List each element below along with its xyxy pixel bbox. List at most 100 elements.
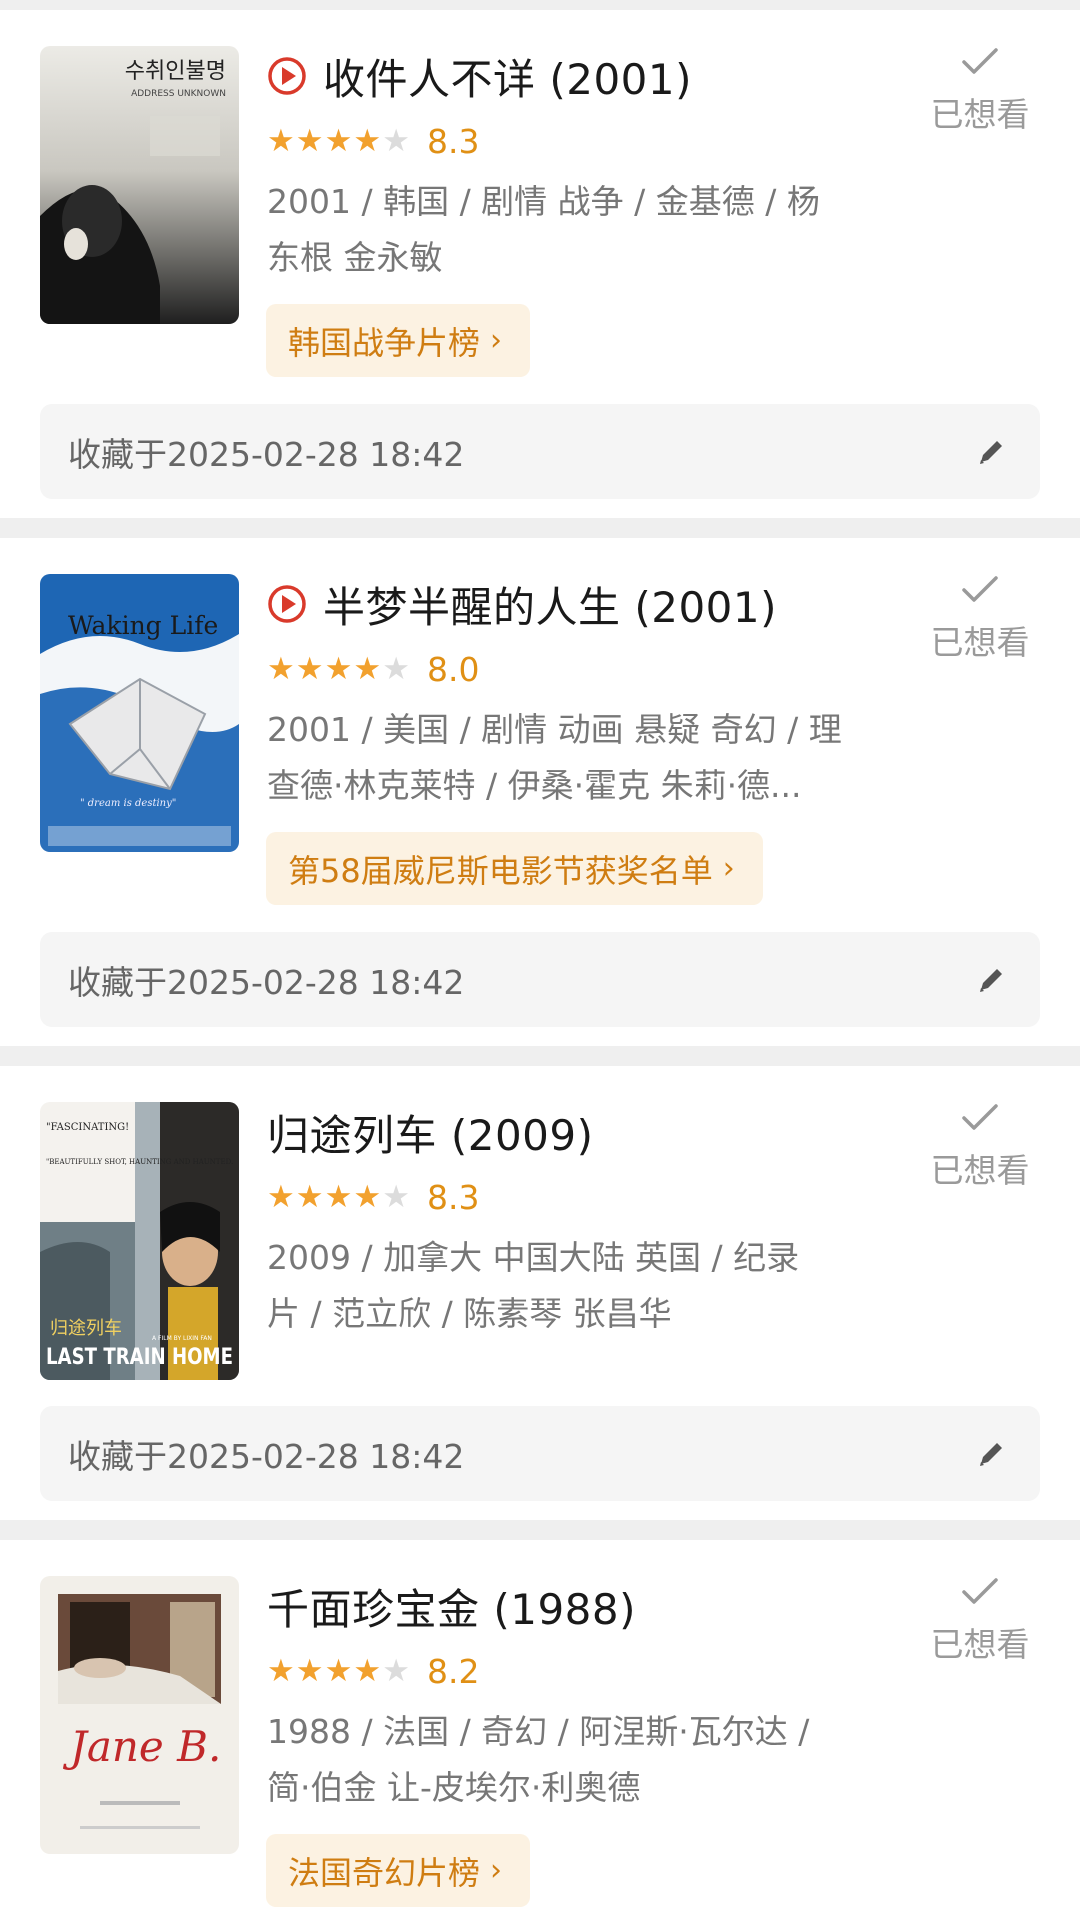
- movie-card[interactable]: 수취인불명 ADDRESS UNKNOWN 收件人不详 (2001) ★ ★ ★ ★ ★…: [0, 10, 1080, 518]
- rating: ★ ★ ★ ★ ★ 8.3: [267, 1174, 479, 1220]
- ranking-chip[interactable]: 法国奇幻片榜 ›: [266, 1834, 531, 1907]
- star-filled-icon: ★: [324, 1178, 353, 1215]
- star-rating: ★ ★ ★ ★ ★: [267, 650, 411, 687]
- meta-line: 片 / 范立欣 / 陈素琴 张昌华: [267, 1294, 672, 1333]
- movie-title[interactable]: 归途列车 (2009): [267, 1102, 594, 1163]
- star-empty-icon: ★: [382, 1178, 410, 1215]
- chip-label: 韩国战争片榜: [288, 323, 481, 362]
- poster-title: Waking Life: [68, 611, 218, 640]
- want-label: 已想看: [930, 95, 1030, 134]
- star-filled-icon: ★: [324, 122, 353, 159]
- want-label: 已想看: [930, 1151, 1030, 1190]
- movie-card[interactable]: Waking Life " dream is destiny" 半梦半醒的人生 …: [0, 538, 1080, 1046]
- want-to-watch-button[interactable]: 已想看: [920, 1102, 1040, 1192]
- ranking-chip[interactable]: 第58届威尼斯电影节获奖名单 ›: [266, 832, 763, 905]
- star-empty-icon: ★: [382, 1652, 410, 1689]
- movie-poster[interactable]: "FASCINATING! "BEAUTIFULLY SHOT, HAUNTIN…: [40, 1102, 239, 1380]
- title-row: 归途列车 (2009): [267, 1102, 594, 1162]
- separator: [0, 1520, 1080, 1540]
- star-rating: ★ ★ ★ ★ ★: [267, 1652, 411, 1689]
- saved-time: 收藏于2025-02-28 18:42: [68, 1436, 465, 1476]
- poster-subtitle: ADDRESS UNKNOWN: [131, 89, 226, 99]
- separator: [0, 518, 1080, 538]
- movie-list: 수취인불명 ADDRESS UNKNOWN 收件人不详 (2001) ★ ★ ★ ★ ★…: [0, 0, 1080, 1930]
- movie-title[interactable]: 收件人不详 (2001): [323, 46, 692, 107]
- star-filled-icon: ★: [353, 1178, 382, 1215]
- edit-pencil-icon[interactable]: [974, 435, 1008, 469]
- movie-title[interactable]: 半梦半醒的人生 (2001): [323, 574, 777, 635]
- saved-bar: 收藏于2025-02-28 18:42: [40, 1406, 1040, 1501]
- saved-time: 收藏于2025-02-28 18:42: [68, 962, 465, 1002]
- title-row: 半梦半醒的人生 (2001): [267, 574, 777, 634]
- chip-label: 法国奇幻片榜: [288, 1853, 481, 1892]
- play-icon[interactable]: [267, 584, 307, 624]
- movie-poster[interactable]: Jane B.: [40, 1576, 239, 1854]
- movie-card[interactable]: "FASCINATING! "BEAUTIFULLY SHOT, HAUNTIN…: [0, 1066, 1080, 1520]
- title-row: 收件人不详 (2001): [267, 46, 692, 106]
- edit-pencil-icon[interactable]: [974, 1437, 1008, 1471]
- star-filled-icon: ★: [353, 122, 382, 159]
- chevron-right-icon: ›: [490, 323, 503, 358]
- movie-meta: 2009 / 加拿大 中国大陆 英国 / 纪录 片 / 范立欣 / 陈素琴 张昌…: [267, 1230, 867, 1342]
- star-filled-icon: ★: [324, 1652, 353, 1689]
- star-filled-icon: ★: [295, 1652, 324, 1689]
- title-row: 千面珍宝金 (1988): [267, 1576, 636, 1636]
- check-icon: [962, 576, 998, 602]
- poster-quote: "BEAUTIFULLY SHOT, HAUNTING AND HAUNTED.: [46, 1158, 233, 1166]
- star-filled-icon: ★: [267, 650, 295, 687]
- star-filled-icon: ★: [353, 650, 382, 687]
- movie-meta: 1988 / 法国 / 奇幻 / 阿涅斯·瓦尔达 / 简·伯金 让-皮埃尔·利奥…: [267, 1704, 867, 1816]
- want-to-watch-button[interactable]: 已想看: [920, 46, 1040, 136]
- check-icon: [962, 48, 998, 74]
- movie-meta: 2001 / 韩国 / 剧情 战争 / 金基德 / 杨 东根 金永敏: [267, 174, 867, 286]
- check-icon: [962, 1104, 998, 1130]
- meta-line: 1988 / 法国 / 奇幻 / 阿涅斯·瓦尔达 /: [267, 1712, 810, 1751]
- meta-line: 2001 / 美国 / 剧情 动画 悬疑 奇幻 / 理: [267, 710, 842, 749]
- poster-title: Jane B.: [62, 1722, 221, 1771]
- poster-tagline: " dream is destiny": [80, 798, 176, 809]
- star-filled-icon: ★: [267, 122, 295, 159]
- chip-label: 第58届威尼斯电影节获奖名单: [288, 851, 713, 890]
- meta-line: 2001 / 韩国 / 剧情 战争 / 金基德 / 杨: [267, 182, 820, 221]
- rating-score: 8.3: [426, 121, 480, 161]
- ranking-chip[interactable]: 韩国战争片榜 ›: [266, 304, 531, 377]
- star-filled-icon: ★: [324, 650, 353, 687]
- play-icon[interactable]: [267, 56, 307, 96]
- rating: ★ ★ ★ ★ ★ 8.2: [267, 1648, 479, 1694]
- saved-time: 收藏于2025-02-28 18:42: [68, 434, 465, 474]
- edit-pencil-icon[interactable]: [974, 963, 1008, 997]
- separator: [0, 1046, 1080, 1066]
- separator: [0, 0, 1080, 10]
- poster-title: 수취인불명: [125, 59, 226, 84]
- want-label: 已想看: [930, 623, 1030, 662]
- meta-line: 2009 / 加拿大 中国大陆 英国 / 纪录: [267, 1238, 800, 1277]
- meta-line: 查德·林克莱特 / 伊桑·霍克 朱莉·德...: [267, 766, 802, 805]
- poster-quote: "FASCINATING!: [46, 1122, 129, 1133]
- star-filled-icon: ★: [267, 1652, 295, 1689]
- star-rating: ★ ★ ★ ★ ★: [267, 1178, 411, 1215]
- meta-line: 简·伯金 让-皮埃尔·利奥德: [267, 1768, 641, 1807]
- movie-title[interactable]: 千面珍宝金 (1988): [267, 1576, 636, 1637]
- rating-score: 8.2: [426, 1651, 480, 1691]
- movie-poster[interactable]: 수취인불명 ADDRESS UNKNOWN: [40, 46, 239, 324]
- star-filled-icon: ★: [295, 122, 324, 159]
- saved-bar: 收藏于2025-02-28 18:42: [40, 404, 1040, 499]
- poster-cn-title: 归途列车: [50, 1318, 122, 1339]
- want-to-watch-button[interactable]: 已想看: [920, 574, 1040, 664]
- movie-card[interactable]: Jane B. 千面珍宝金 (1988) ★ ★ ★ ★ ★ 8.2 1988 / 法国…: [0, 1540, 1080, 1930]
- want-label: 已想看: [930, 1625, 1030, 1664]
- movie-poster[interactable]: Waking Life " dream is destiny": [40, 574, 239, 852]
- star-filled-icon: ★: [267, 1178, 295, 1215]
- poster-en-title: LAST TRAIN HOME: [46, 1345, 233, 1370]
- saved-bar: 收藏于2025-02-28 18:42: [40, 932, 1040, 1027]
- star-filled-icon: ★: [295, 1178, 324, 1215]
- star-empty-icon: ★: [382, 122, 410, 159]
- poster-credit: A FILM BY LIXIN FAN: [152, 1335, 212, 1342]
- movie-meta: 2001 / 美国 / 剧情 动画 悬疑 奇幻 / 理 查德·林克莱特 / 伊桑…: [267, 702, 867, 814]
- rating-score: 8.0: [426, 649, 480, 689]
- rating: ★ ★ ★ ★ ★ 8.0: [267, 646, 479, 692]
- rating: ★ ★ ★ ★ ★ 8.3: [267, 118, 479, 164]
- chevron-right-icon: ›: [722, 851, 735, 886]
- star-filled-icon: ★: [295, 650, 324, 687]
- want-to-watch-button[interactable]: 已想看: [920, 1576, 1040, 1666]
